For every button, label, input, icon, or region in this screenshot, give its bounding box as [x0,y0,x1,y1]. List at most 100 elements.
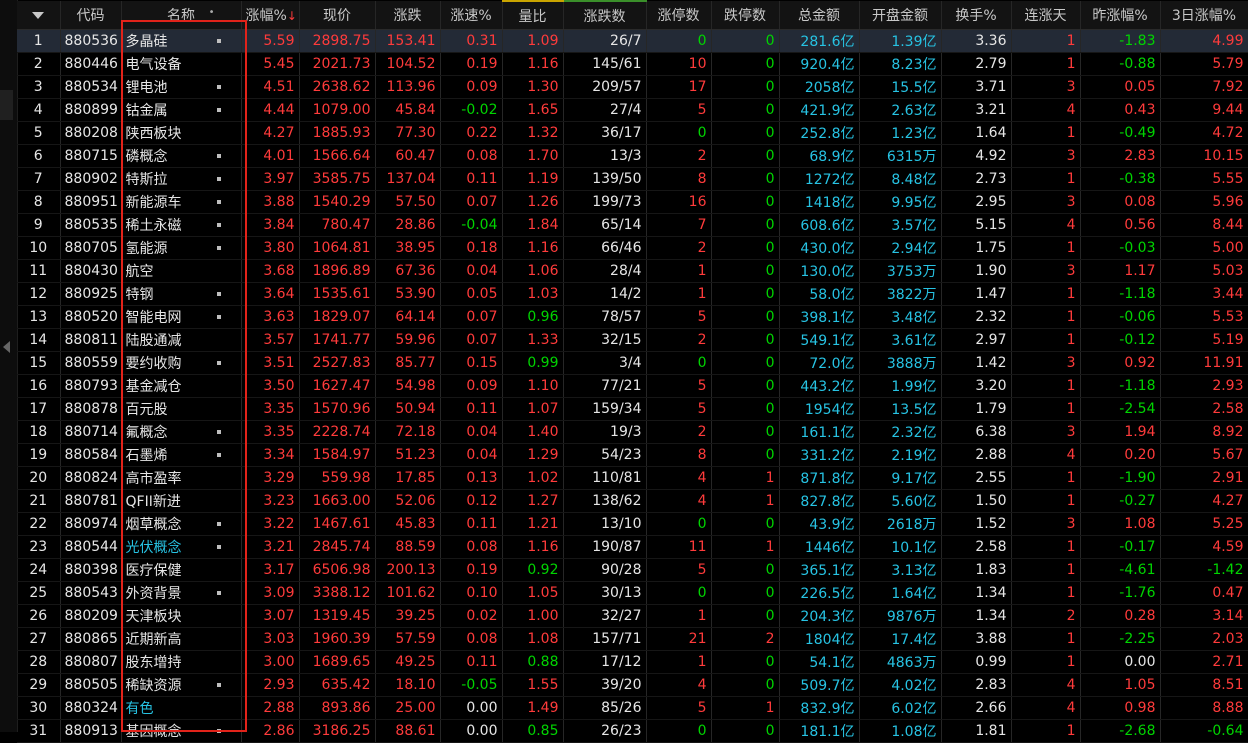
name-cell[interactable]: 特斯拉 [121,167,242,191]
col-amount-header[interactable]: 总金额 [779,1,860,30]
code-cell[interactable]: 880974 [60,512,122,536]
name-cell[interactable]: 基金减仓 [121,374,242,398]
code-cell[interactable]: 880446 [60,52,122,76]
name-cell[interactable]: 外资背景 [121,581,242,605]
table-row[interactable]: 30 880324 有色 2.88 893.86 25.00 0.00 1.49 85/26 5 1… [17,696,1248,720]
collapse-arrow-icon[interactable] [3,341,10,353]
table-row[interactable]: 16 880793 基金减仓 3.50 1627.47 54.98 0.09 1.10 77/2… [17,374,1248,398]
code-cell[interactable]: 880878 [60,397,122,421]
code-cell[interactable]: 880902 [60,167,122,191]
name-cell[interactable]: 氢能源 [121,236,242,260]
code-cell[interactable]: 880324 [60,696,122,720]
name-cell[interactable]: 基因概念 [121,719,242,743]
table-row[interactable]: 7 880902 特斯拉 3.97 3585.75 137.04 0.11 1.19 139/5… [17,167,1248,191]
name-cell[interactable]: 要约收购 [121,351,242,375]
table-row[interactable]: 23 880544 光伏概念 3.21 2845.74 88.59 0.08 1.16 190/… [17,535,1248,559]
table-row[interactable]: 9 880535 稀土永磁 3.84 780.47 28.86 -0.04 1.84 65/14… [17,213,1248,237]
table-row[interactable]: 24 880398 医疗保健 3.17 6506.98 200.13 0.19 0.92 90/… [17,558,1248,582]
name-cell[interactable]: 磷概念 [121,144,242,168]
code-cell[interactable]: 880505 [60,673,122,697]
code-cell[interactable]: 880534 [60,75,122,99]
table-row[interactable]: 27 880865 近期新高 3.03 1960.39 57.59 0.08 1.08 157/… [17,627,1248,651]
menu-toggle[interactable] [17,1,61,30]
code-cell[interactable]: 880543 [60,581,122,605]
code-cell[interactable]: 880913 [60,719,122,743]
code-cell[interactable]: 880925 [60,282,122,306]
col-prevpct-header[interactable]: 昨涨幅% [1080,1,1161,30]
code-cell[interactable]: 880209 [60,604,122,628]
name-cell[interactable]: 特钢 [121,282,242,306]
table-row[interactable]: 29 880505 稀缺资源 2.93 635.42 18.10 -0.05 1.55 39/2… [17,673,1248,697]
table-row[interactable]: 25 880543 外资背景 3.09 3388.12 101.62 0.10 1.05 30/… [17,581,1248,605]
code-cell[interactable]: 880208 [60,121,122,145]
side-tab[interactable] [0,90,13,120]
name-cell[interactable]: 医疗保健 [121,558,242,582]
code-cell[interactable]: 880544 [60,535,122,559]
name-cell[interactable]: 光伏概念 [121,535,242,559]
name-cell[interactable]: 陆股通减 [121,328,242,352]
col-limitdown-header[interactable]: 跌停数 [711,1,780,30]
table-row[interactable]: 4 880899 钴金属 4.44 1079.00 45.84 -0.02 1.65 27/4 5… [17,98,1248,122]
name-cell[interactable]: 氟概念 [121,420,242,444]
code-cell[interactable]: 880899 [60,98,122,122]
code-cell[interactable]: 880714 [60,420,122,444]
name-cell[interactable]: 锂电池 [121,75,242,99]
col-limitup-header[interactable]: 涨停数 [646,1,712,30]
name-cell[interactable]: 股东增持 [121,650,242,674]
code-cell[interactable]: 880705 [60,236,122,260]
code-cell[interactable]: 880793 [60,374,122,398]
code-cell[interactable]: 880536 [60,29,122,53]
col-speed-header[interactable]: 涨速% [440,1,503,30]
col-updown-header[interactable]: 涨跌数 [563,0,647,30]
name-cell[interactable]: 钴金属 [121,98,242,122]
table-row[interactable]: 21 880781 QFII新进 3.23 1663.00 52.06 0.12 1.27 13… [17,489,1248,513]
code-cell[interactable]: 880824 [60,466,122,490]
table-row[interactable]: 2 880446 电气设备 5.45 2021.73 104.52 0.19 1.16 145/… [17,52,1248,76]
table-row[interactable]: 26 880209 天津板块 3.07 1319.45 39.25 0.02 1.00 32/2… [17,604,1248,628]
name-cell[interactable]: 天津板块 [121,604,242,628]
name-cell[interactable]: 稀缺资源 [121,673,242,697]
code-cell[interactable]: 880520 [60,305,122,329]
table-row[interactable]: 15 880559 要约收购 3.51 2527.83 85.77 0.15 0.99 3/4 0… [17,351,1248,375]
name-cell[interactable]: 近期新高 [121,627,242,651]
table-row[interactable]: 28 880807 股东增持 3.00 1689.65 49.25 0.11 0.88 17/1… [17,650,1248,674]
name-cell[interactable]: QFII新进 [121,489,242,513]
dropdown-triangle-icon[interactable] [32,11,45,19]
name-cell[interactable]: 智能电网 [121,305,242,329]
name-cell[interactable]: 烟草概念 [121,512,242,536]
name-cell[interactable]: 电气设备 [121,52,242,76]
table-row[interactable]: 8 880951 新能源车 3.88 1540.29 57.50 0.07 1.26 199/7… [17,190,1248,214]
name-cell[interactable]: 多晶硅 [121,29,242,53]
code-cell[interactable]: 880807 [60,650,122,674]
table-row[interactable]: 14 880811 陆股通减 3.57 1741.77 59.96 0.07 1.33 32/1… [17,328,1248,352]
table-row[interactable]: 13 880520 智能电网 3.63 1829.07 64.14 0.07 0.96 78/5… [17,305,1248,329]
name-cell[interactable]: 稀土永磁 [121,213,242,237]
col-openamt-header[interactable]: 开盘金额 [859,1,942,30]
code-cell[interactable]: 880398 [60,558,122,582]
code-cell[interactable]: 880715 [60,144,122,168]
table-row[interactable]: 19 880584 石墨烯 3.34 1584.97 51.23 0.04 1.29 54/23… [17,443,1248,467]
code-cell[interactable]: 880559 [60,351,122,375]
table-row[interactable]: 3 880534 锂电池 4.51 2638.62 113.96 0.09 1.30 209/5… [17,75,1248,99]
code-cell[interactable]: 880781 [60,489,122,513]
table-row[interactable]: 1 880536 多晶硅 5.59 2898.75 153.41 0.31 1.09 26/7 0… [17,29,1248,53]
name-cell[interactable]: 石墨烯 [121,443,242,467]
table-row[interactable]: 10 880705 氢能源 3.80 1064.81 38.95 0.18 1.16 66/46… [17,236,1248,260]
col-streak-header[interactable]: 连涨天 [1011,1,1081,30]
table-row[interactable]: 12 880925 特钢 3.64 1535.61 53.90 0.05 1.03 14/2 1 0… [17,282,1248,306]
code-cell[interactable]: 880535 [60,213,122,237]
table-row[interactable]: 22 880974 烟草概念 3.22 1467.61 45.83 0.11 1.21 13/1… [17,512,1248,536]
col-name-header[interactable]: 名称 • [121,1,242,30]
col-price-header[interactable]: 现价 [299,1,376,30]
code-cell[interactable]: 880584 [60,443,122,467]
table-row[interactable]: 20 880824 高市盈率 3.29 559.98 17.85 0.13 1.02 110/8… [17,466,1248,490]
code-cell[interactable]: 880865 [60,627,122,651]
col-change-header[interactable]: 涨跌 [375,1,441,30]
name-cell[interactable]: 航空 [121,259,242,283]
code-cell[interactable]: 880430 [60,259,122,283]
name-cell[interactable]: 高市盈率 [121,466,242,490]
table-row[interactable]: 17 880878 百元股 3.35 1570.96 50.94 0.11 1.07 159/3… [17,397,1248,421]
col-turnover-header[interactable]: 换手% [941,1,1012,30]
table-row[interactable]: 18 880714 氟概念 3.35 2228.74 72.18 0.04 1.40 19/3 2… [17,420,1248,444]
table-row[interactable]: 31 880913 基因概念 2.86 3186.25 88.61 0.00 0.85 26/2… [17,719,1248,743]
